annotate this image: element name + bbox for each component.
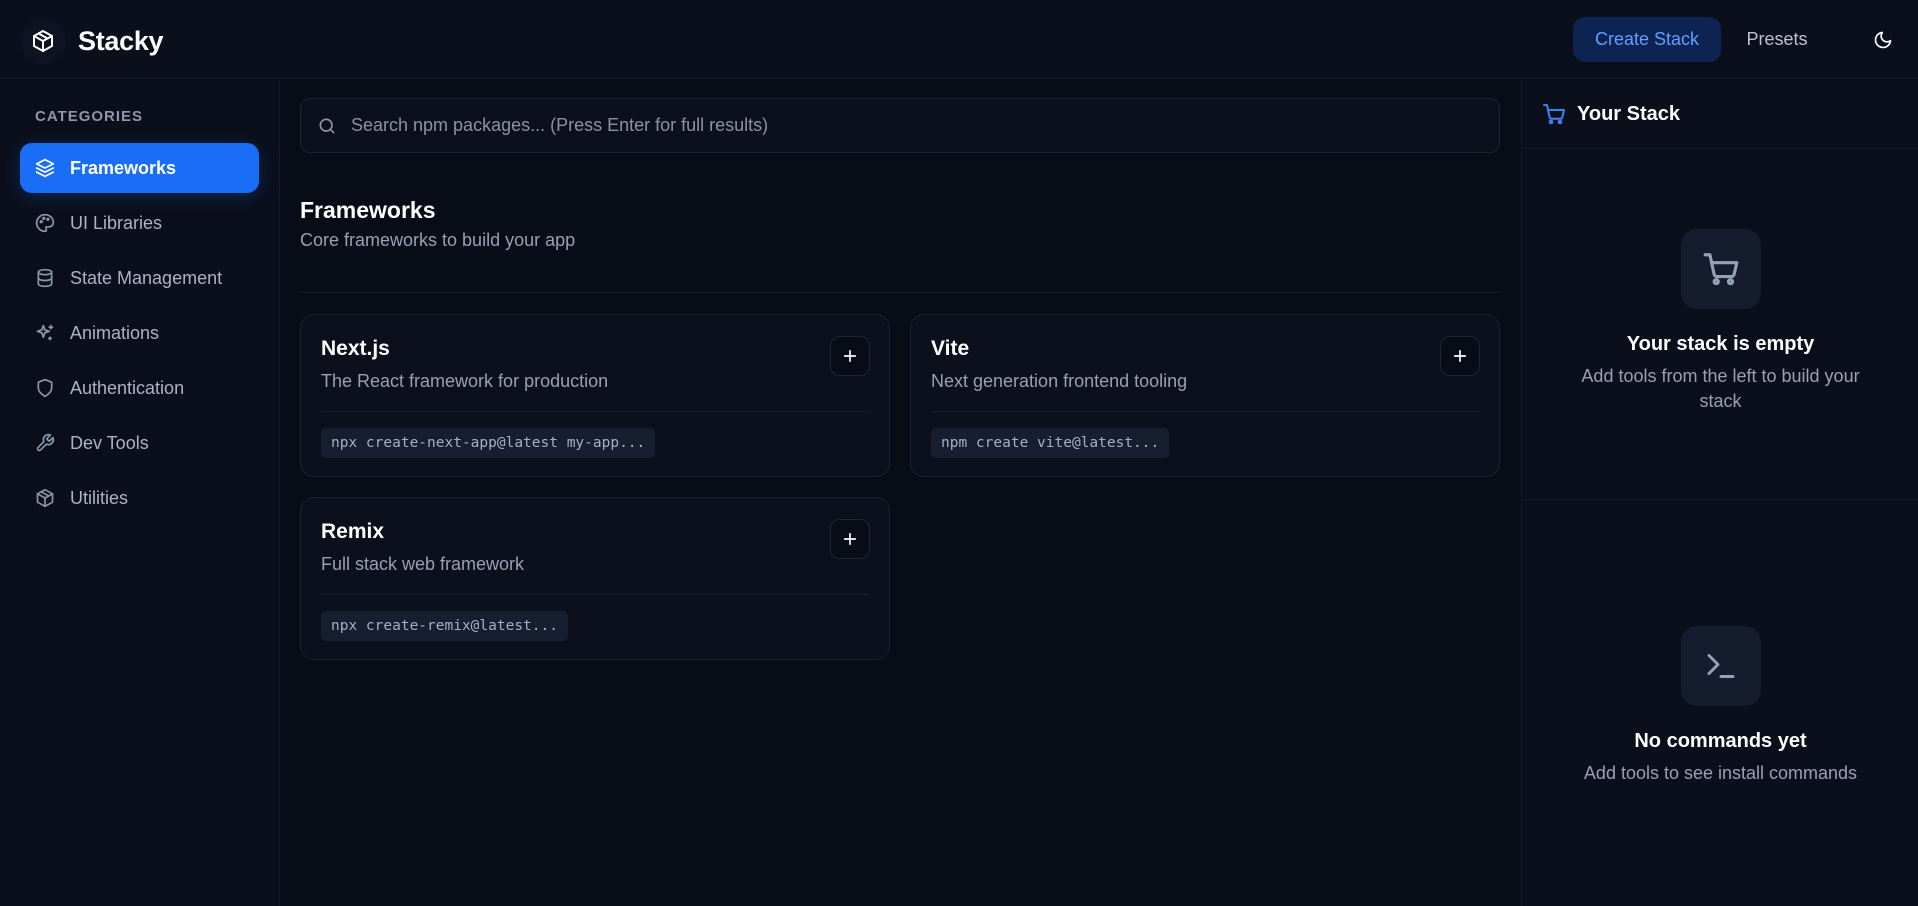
package-logo-icon (20, 18, 66, 64)
shield-icon (34, 377, 56, 399)
install-command: npx create-next-app@latest my-app... (321, 428, 656, 458)
install-command: npx create-remix@latest... (321, 611, 568, 641)
sparkles-icon (34, 322, 56, 344)
search-icon (317, 116, 337, 136)
empty-stack-title: Your stack is empty (1626, 333, 1815, 355)
add-package-button[interactable] (1440, 336, 1480, 376)
terminal-icon (1680, 626, 1761, 706)
plus-icon (1451, 347, 1469, 365)
palette-icon (34, 212, 56, 234)
no-commands-subtitle: Add tools to see install commands (1583, 763, 1858, 783)
package-description: Next generation frontend tooling (931, 371, 1188, 391)
category-nav: Frameworks UI Libraries State Management (20, 143, 259, 528)
add-package-button[interactable] (830, 519, 870, 559)
categories-heading: CATEGORIES (35, 108, 144, 125)
database-icon (34, 267, 56, 289)
main-content: Frameworks Core frameworks to build your… (281, 80, 1521, 906)
sidebar-item-label: State Management (70, 267, 223, 288)
section-divider (300, 292, 1500, 293)
package-name: Vite (931, 337, 970, 360)
moon-icon (1873, 30, 1893, 50)
sidebar-item-frameworks[interactable]: Frameworks (20, 143, 259, 193)
sidebar-item-label: Dev Tools (70, 432, 149, 453)
sidebar-item-animations[interactable]: Animations (20, 308, 259, 358)
empty-stack-subtitle: Add tools from the left to build your st… (1581, 366, 1860, 411)
sidebar-item-label: Authentication (70, 377, 185, 398)
create-stack-button[interactable]: Create Stack (1573, 17, 1721, 62)
plus-icon (841, 530, 859, 548)
package-description: Full stack web framework (321, 554, 525, 574)
wrench-icon (34, 432, 56, 454)
stack-panel-header: Your Stack (1522, 80, 1918, 149)
sidebar-item-label: UI Libraries (70, 212, 163, 233)
brand-name: Stacky (78, 25, 164, 56)
stack-panel: Your Stack Your stack is empty Add tools… (1521, 80, 1918, 906)
cart-icon (1542, 102, 1566, 126)
install-command: npm create vite@latest... (931, 428, 1170, 458)
top-bar: Stacky Create Stack Presets (0, 0, 1918, 79)
package-description: The React framework for production (321, 371, 609, 391)
sidebar-item-dev-tools[interactable]: Dev Tools (20, 418, 259, 468)
package-card-nextjs: Next.js The React framework for producti… (300, 314, 890, 477)
card-divider (321, 594, 870, 595)
card-divider (321, 411, 870, 412)
empty-stack-state: Your stack is empty Add tools from the l… (1522, 229, 1918, 414)
sidebar-item-label: Frameworks (70, 157, 177, 178)
search-bar[interactable] (300, 98, 1500, 153)
no-commands-title: No commands yet (1634, 730, 1807, 752)
add-package-button[interactable] (830, 336, 870, 376)
plus-icon (841, 347, 859, 365)
cart-icon (1680, 229, 1761, 309)
sidebar-item-label: Utilities (70, 487, 129, 508)
sidebar-item-authentication[interactable]: Authentication (20, 363, 259, 413)
brand[interactable]: Stacky (20, 18, 164, 64)
section-title: Frameworks (300, 197, 436, 223)
section-subtitle: Core frameworks to build your app (300, 230, 576, 250)
sidebar-item-ui-libraries[interactable]: UI Libraries (20, 198, 259, 248)
stack-panel-title: Your Stack (1577, 102, 1680, 125)
card-divider (931, 411, 1480, 412)
package-card-remix: Remix Full stack web framework npx creat… (300, 497, 890, 660)
sidebar-item-label: Animations (70, 322, 160, 343)
package-name: Next.js (321, 337, 390, 360)
empty-commands-state: No commands yet Add tools to see install… (1522, 626, 1918, 786)
search-input[interactable] (337, 99, 1499, 152)
theme-toggle-button[interactable] (1861, 18, 1905, 62)
presets-button[interactable]: Presets (1727, 17, 1827, 62)
box-icon (34, 487, 56, 509)
panel-divider (1522, 499, 1918, 500)
package-name: Remix (321, 520, 385, 543)
sidebar-item-utilities[interactable]: Utilities (20, 473, 259, 523)
sidebar-item-state-management[interactable]: State Management (20, 253, 259, 303)
package-card-vite: Vite Next generation frontend tooling np… (910, 314, 1500, 477)
sidebar: CATEGORIES Frameworks UI Libraries State… (0, 80, 280, 906)
layers-icon (34, 157, 56, 179)
